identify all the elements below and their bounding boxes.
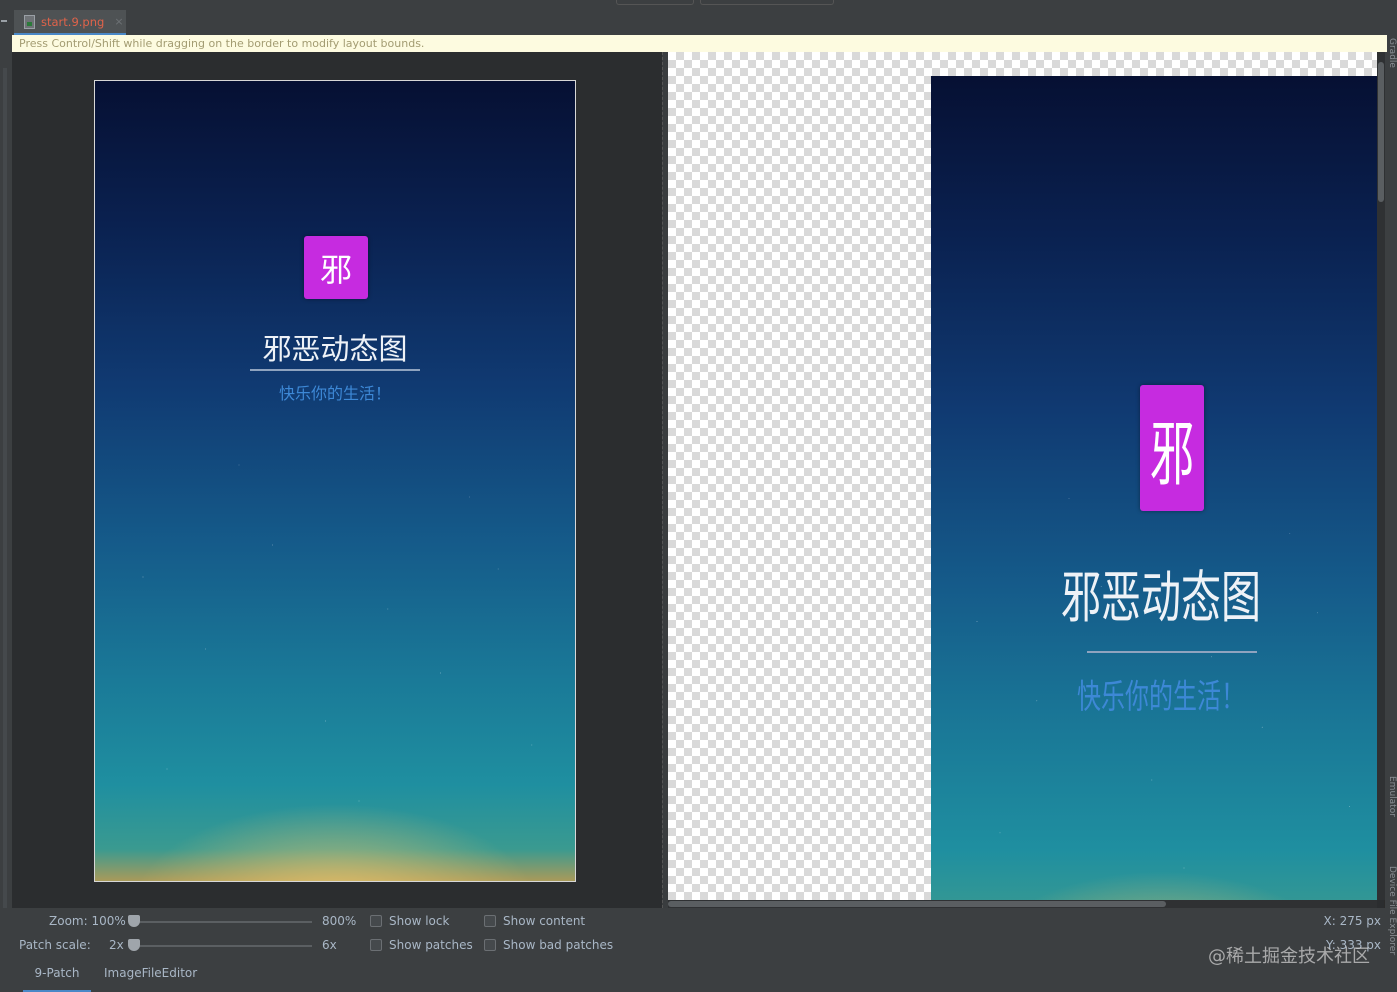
editor-tab-start-9-png[interactable]: start.9.png × [14, 10, 126, 35]
ninepatch-source-image[interactable]: 邪 邪恶动态图 快乐你的生活！ [94, 80, 576, 882]
zoom-label: Zoom: 100% [49, 914, 126, 928]
show-lock-label: Show lock [389, 914, 450, 928]
patch-scale-label: Patch scale: [19, 938, 91, 952]
editor-tab-bar: start.9.png × [12, 8, 1385, 35]
hint-bar: Press Control/Shift while dragging on th… [12, 35, 1387, 52]
tab-image-file-editor[interactable]: ImageFileEditor [104, 966, 197, 990]
tab-filename: start.9.png [41, 14, 105, 29]
app-logo-stretched: 邪 [1140, 385, 1204, 511]
patch-scale-max-label: 6x [322, 938, 337, 952]
x-coordinate-readout: X: 275 px [1323, 914, 1381, 928]
show-patches-label: Show patches [389, 938, 473, 952]
close-tab-icon[interactable]: × [114, 15, 123, 28]
show-content-label: Show content [503, 914, 586, 928]
app-title-stretched: 邪恶动态图 [931, 564, 1377, 630]
zoom-slider-knob[interactable] [128, 915, 140, 927]
collapse-icon[interactable] [1, 20, 7, 22]
patch-scale-value: 2x [109, 938, 124, 952]
show-content-checkbox[interactable]: Show content [484, 914, 585, 928]
title-underline [250, 369, 420, 371]
patch-scale-slider-knob[interactable] [128, 939, 140, 951]
title-text: 邪恶动态图 [1061, 566, 1261, 631]
tab-9-patch[interactable]: 9-Patch [23, 966, 91, 992]
preview-vertical-scrollbar[interactable] [1377, 52, 1385, 900]
watermark: @稀土掘金技术社区 [1208, 946, 1370, 967]
patch-scale-slider[interactable] [134, 945, 312, 947]
logo-char: 邪 [1150, 414, 1194, 496]
title-underline [1087, 651, 1257, 653]
ninepatch-preview-pane[interactable]: 邪 邪恶动态图 快乐你的生活！ [668, 52, 1377, 900]
image-file-icon [24, 14, 35, 29]
left-gutter-bar [3, 68, 7, 908]
show-bad-patches-label: Show bad patches [503, 938, 614, 952]
star-field [95, 81, 575, 881]
show-lock-checkbox[interactable]: Show lock [370, 914, 449, 928]
app-subtitle: 快乐你的生活！ [278, 384, 391, 403]
checkbox-box[interactable] [370, 915, 382, 927]
zoom-max-label: 800% [322, 914, 357, 928]
stretched-preview-image: 邪 邪恶动态图 快乐你的生活！ [931, 76, 1377, 900]
editor-mode-tabs: 9-Patch ImageFileEditor [12, 966, 1385, 992]
app-subtitle-stretched: 快乐你的生活！ [931, 676, 1377, 716]
right-tool-rail: Gradle Emulator Device File Explorer [1384, 8, 1397, 992]
ninepatch-controls: Zoom: 100% 800% Patch scale: 2x 6x Show … [12, 908, 1385, 966]
emulator-tool-button[interactable]: Emulator [1385, 776, 1397, 817]
preview-horizontal-scrollbar[interactable] [668, 900, 1377, 908]
zoom-slider[interactable] [134, 921, 312, 923]
checkbox-box[interactable] [484, 915, 496, 927]
toolbar-dropdown-2[interactable] [700, 0, 834, 5]
subtitle-text: 快乐你的生活！ [1077, 677, 1245, 717]
checkbox-box[interactable] [484, 939, 496, 951]
toolbar-dropdown-1[interactable] [616, 0, 694, 5]
show-patches-checkbox[interactable]: Show patches [370, 938, 473, 952]
scroll-thumb[interactable] [668, 901, 1166, 907]
device-file-explorer-tool-button[interactable]: Device File Explorer [1385, 866, 1397, 955]
show-bad-patches-checkbox[interactable]: Show bad patches [484, 938, 613, 952]
app-logo: 邪 [304, 236, 368, 299]
scroll-thumb[interactable] [1378, 62, 1384, 202]
app-title: 邪恶动态图 [262, 332, 408, 366]
checkbox-box[interactable] [370, 939, 382, 951]
